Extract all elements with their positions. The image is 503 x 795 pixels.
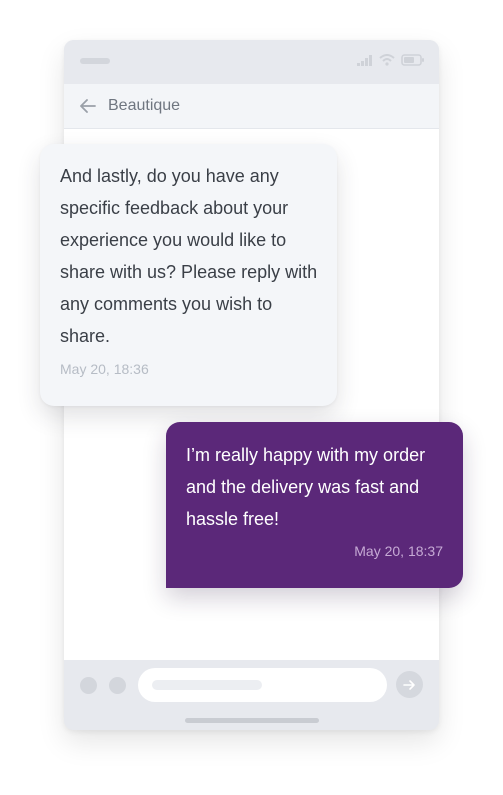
app-header: Beautique	[64, 84, 439, 129]
send-button[interactable]	[396, 671, 423, 698]
arrow-left-icon	[80, 99, 96, 113]
message-text: And lastly, do you have any specific fee…	[60, 166, 318, 346]
battery-icon	[401, 54, 424, 66]
wifi-icon	[379, 54, 395, 66]
emoji-button[interactable]	[109, 677, 126, 694]
chat-title: Beautique	[108, 97, 181, 114]
input-placeholder	[152, 680, 262, 690]
message-text: I’m really happy with my order and the d…	[186, 445, 426, 529]
back-button[interactable]	[78, 96, 98, 116]
home-indicator	[185, 718, 319, 723]
composer-bar	[64, 660, 439, 730]
arrow-right-icon	[403, 679, 415, 690]
message-timestamp: May 20, 18:37	[354, 543, 443, 559]
status-pill	[80, 58, 110, 64]
signal-icon	[357, 54, 372, 66]
incoming-message[interactable]: And lastly, do you have any specific fee…	[40, 144, 337, 406]
outgoing-message[interactable]: I’m really happy with my order and the d…	[166, 422, 463, 588]
status-icons	[357, 54, 425, 66]
message-timestamp: May 20, 18:36	[60, 361, 149, 377]
status-bar	[64, 40, 439, 84]
attach-button[interactable]	[80, 677, 97, 694]
message-input[interactable]	[138, 668, 387, 702]
